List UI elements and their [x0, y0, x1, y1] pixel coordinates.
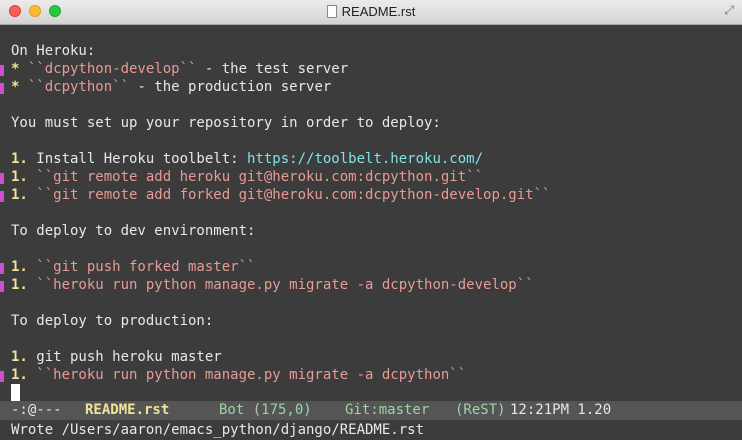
buffer-line: 1. ``git push forked master``: [11, 259, 256, 275]
buffer-line: 1. ``heroku run python manage.py migrate…: [11, 277, 534, 293]
modeline-major-mode[interactable]: (ReST): [455, 401, 506, 420]
toolbelt-link[interactable]: https://toolbelt.heroku.com/: [247, 151, 483, 167]
buffer-line: * ``dcpython-develop`` - the test server: [11, 61, 349, 77]
title-bar: README.rst ⤢: [0, 0, 742, 25]
modeline-filename[interactable]: README.rst: [85, 401, 169, 420]
buffer-line: To deploy to production:: [11, 313, 214, 329]
text-cursor: [11, 384, 20, 401]
editor-buffer[interactable]: On Heroku: * ``dcpython-develop`` - the …: [0, 25, 742, 401]
buffer-line: 1. ``git remote add forked git@heroku.co…: [11, 187, 551, 203]
modeline-time: 12:21PM 1.20: [510, 402, 612, 418]
fringe-marker: [0, 371, 4, 382]
buffer-line: You must set up your repository in order…: [11, 115, 441, 131]
modeline-vc-branch[interactable]: Git:master: [345, 401, 429, 420]
buffer-line: 1. Install Heroku toolbelt: https://tool…: [11, 151, 484, 167]
window-title-group: README.rst: [0, 4, 742, 19]
fringe-marker: [0, 281, 4, 292]
fringe-marker: [0, 173, 4, 184]
buffer-line: 1. ``git remote add heroku git@heroku.co…: [11, 169, 484, 185]
buffer-line: On Heroku:: [11, 43, 96, 59]
buffer-line: * ``dcpython`` - the production server: [11, 79, 332, 95]
fringe-marker: [0, 191, 4, 202]
buffer-line: 1. ``heroku run python manage.py migrate…: [11, 367, 467, 383]
window-title: README.rst: [341, 4, 416, 19]
document-icon: [326, 5, 337, 18]
modeline-position: Bot (175,0): [219, 402, 312, 418]
mode-line[interactable]: -:@--- README.rst Bot (175,0) Git:master…: [0, 401, 742, 420]
emacs-window: README.rst ⤢ On Heroku: * ``dcpython-dev…: [0, 0, 742, 440]
fringe-marker: [0, 263, 4, 274]
echo-area: Wrote /Users/aaron/emacs_python/django/R…: [0, 420, 742, 440]
buffer-line: 1. git push heroku master: [11, 349, 222, 365]
fringe-marker: [0, 65, 4, 76]
modeline-status: -:@---: [11, 402, 62, 418]
fullscreen-icon[interactable]: ⤢: [724, 3, 734, 18]
buffer-line: To deploy to dev environment:: [11, 223, 256, 239]
fringe-marker: [0, 83, 4, 94]
